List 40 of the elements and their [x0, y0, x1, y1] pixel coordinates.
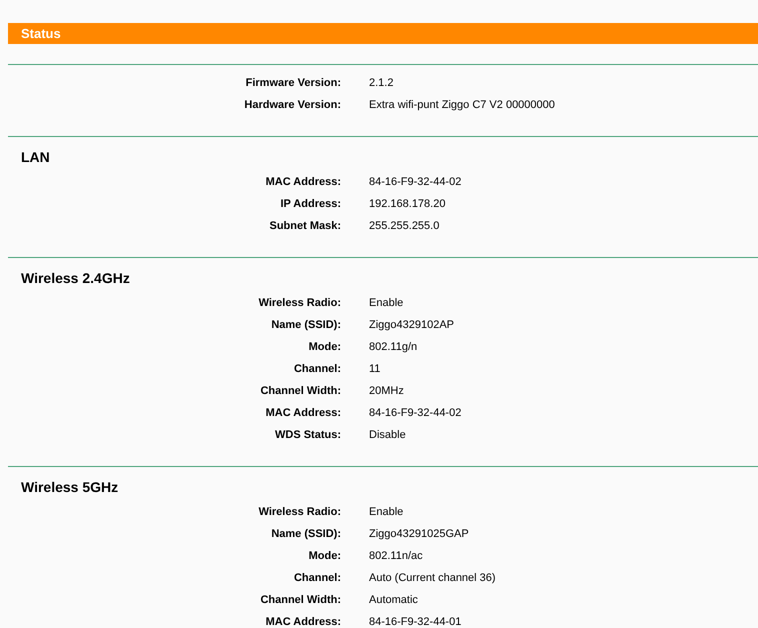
section-title: Wireless 2.4GHz — [21, 269, 131, 287]
field-label: Mode: — [308, 340, 341, 355]
field-label: Subnet Mask: — [269, 219, 341, 234]
field-value: Automatic — [369, 593, 418, 608]
field-value: Disable — [369, 428, 406, 443]
field-value: 20MHz — [369, 384, 404, 399]
field-value: Ziggo43291025GAP — [369, 527, 469, 542]
field-label: Mode: — [308, 549, 341, 564]
field-value: 84-16-F9-32-44-02 — [369, 175, 462, 190]
field-label: Firmware Version: — [246, 76, 341, 91]
field-value: Ziggo4329102AP — [369, 318, 454, 333]
field-value: 802.11g/n — [369, 340, 418, 355]
field-value: 84-16-F9-32-44-02 — [369, 406, 462, 421]
field-label: Hardware Version: — [244, 98, 341, 113]
status-header-bar: Status — [8, 23, 758, 44]
field-value: 192.168.178.20 — [369, 197, 446, 212]
field-label: MAC Address: — [266, 406, 341, 421]
field-value: 84-16-F9-32-44-01 — [369, 615, 462, 628]
field-label: Channel: — [294, 571, 341, 586]
field-label: MAC Address: — [266, 175, 341, 190]
field-label: MAC Address: — [266, 615, 341, 628]
field-value: 255.255.255.0 — [369, 219, 440, 234]
field-label: Wireless Radio: — [258, 505, 341, 520]
field-value: Enable — [369, 296, 404, 311]
field-value: Auto (Current channel 36) — [369, 571, 496, 586]
field-value: 802.11n/ac — [369, 549, 423, 564]
field-label: Channel: — [294, 362, 341, 377]
section-title: LAN — [21, 148, 51, 166]
field-label: Name (SSID): — [271, 318, 341, 333]
field-label: Channel Width: — [260, 384, 341, 399]
field-label: Channel Width: — [260, 593, 341, 608]
field-value: 2.1.2 — [369, 76, 394, 91]
field-value: 11 — [369, 362, 380, 377]
field-label: WDS Status: — [275, 428, 341, 443]
field-label: Name (SSID): — [271, 527, 341, 542]
section-title: Wireless 5GHz — [21, 478, 120, 496]
field-value: Extra wifi-punt Ziggo C7 V2 00000000 — [369, 98, 555, 113]
field-label: IP Address: — [280, 197, 341, 212]
field-label: Wireless Radio: — [258, 296, 341, 311]
field-value: Enable — [369, 505, 404, 520]
